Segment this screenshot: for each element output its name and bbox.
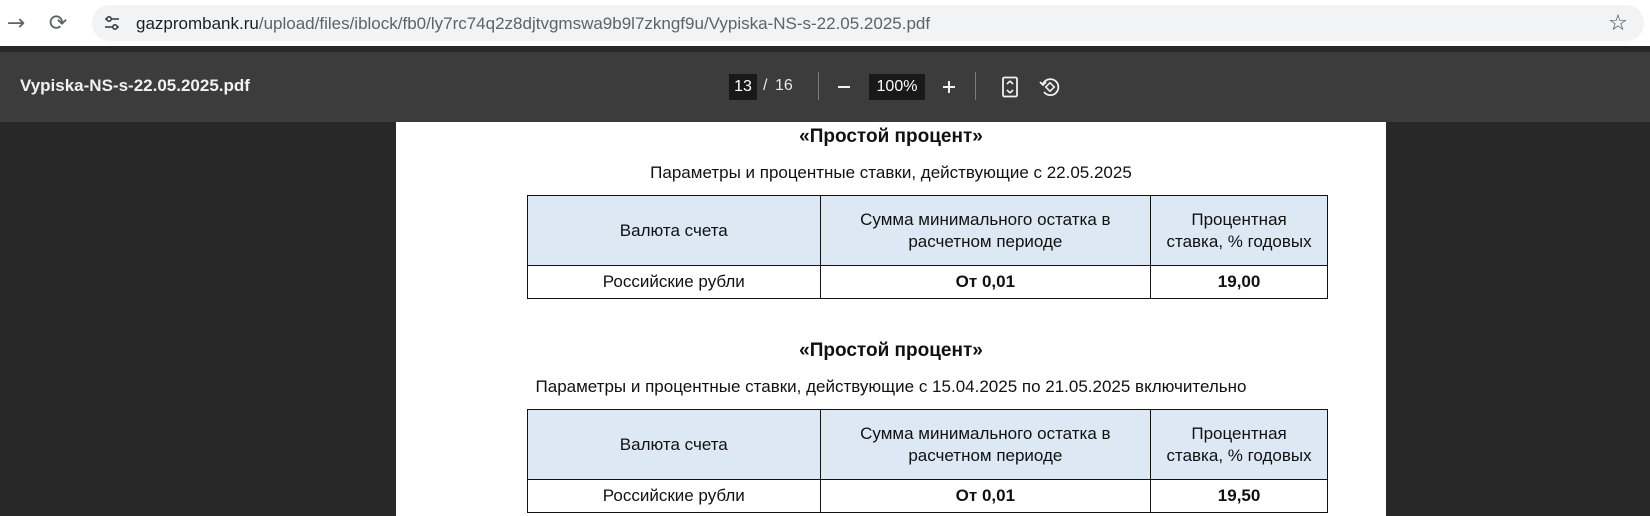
browser-address-bar: → ⟳ gazprombank.ru/upload/files/iblock/f… bbox=[0, 0, 1650, 46]
rates-table: Валюта счета Сумма минимального остатка … bbox=[527, 195, 1328, 299]
page-separator: / bbox=[763, 77, 768, 94]
cell-min-balance: От 0,01 bbox=[819, 479, 1152, 513]
section-subtitle: Параметры и процентные ставки, действующ… bbox=[535, 377, 1247, 396]
header-min-balance: Сумма минимального остатка в расчетном п… bbox=[819, 409, 1152, 480]
cell-currency: Российские рубли bbox=[527, 265, 821, 299]
header-min-balance: Сумма минимального остатка в расчетном п… bbox=[819, 195, 1152, 266]
pdf-toolbar: Vypiska-NS-s-22.05.2025.pdf 13 / 16 100% bbox=[0, 52, 1650, 122]
table-header-row: Валюта счета Сумма минимального остатка … bbox=[527, 195, 1328, 266]
zoom-out-icon[interactable] bbox=[829, 72, 859, 102]
cell-min-balance: От 0,01 bbox=[819, 265, 1152, 299]
header-currency: Валюта счета bbox=[527, 195, 821, 266]
header-currency: Валюта счета bbox=[527, 409, 821, 480]
site-info-icon[interactable] bbox=[98, 9, 126, 37]
cell-rate: 19,50 bbox=[1150, 479, 1328, 513]
reload-icon[interactable]: ⟳ bbox=[42, 7, 74, 39]
table-row: Российские рубли От 0,01 19,00 bbox=[527, 265, 1328, 299]
cell-currency: Российские рубли bbox=[527, 479, 821, 513]
page-total: 16 bbox=[775, 77, 793, 94]
forward-icon[interactable]: → bbox=[0, 7, 32, 39]
document-title: Vypiska-NS-s-22.05.2025.pdf bbox=[20, 76, 250, 95]
toolbar-divider bbox=[975, 72, 976, 100]
zoom-input[interactable]: 100% bbox=[869, 74, 925, 100]
fit-page-icon[interactable] bbox=[995, 72, 1025, 102]
rates-table: Валюта счета Сумма минимального остатка … bbox=[527, 409, 1328, 513]
table-row: Российские рубли От 0,01 19,50 bbox=[527, 479, 1328, 513]
omnibox[interactable]: gazprombank.ru/upload/files/iblock/fb0/l… bbox=[92, 5, 1644, 41]
table-header-row: Валюта счета Сумма минимального остатка … bbox=[527, 409, 1328, 480]
section-title: «Простой процент» bbox=[799, 340, 983, 361]
zoom-in-icon[interactable] bbox=[934, 72, 964, 102]
page-number-input[interactable]: 13 bbox=[729, 74, 757, 100]
header-rate: Процентная ставка, % годовых bbox=[1150, 195, 1328, 266]
toolbar-divider bbox=[818, 72, 819, 100]
url-text[interactable]: gazprombank.ru/upload/files/iblock/fb0/l… bbox=[136, 14, 930, 34]
pdf-viewer[interactable]: «Простой процент» Параметры и процентные… bbox=[0, 122, 1650, 516]
section-subtitle: Параметры и процентные ставки, действующ… bbox=[650, 163, 1132, 182]
url-path: /upload/files/iblock/fb0/ly7rc74q2z8djtv… bbox=[258, 14, 931, 33]
header-rate: Процентная ставка, % годовых bbox=[1150, 409, 1328, 480]
cell-rate: 19,00 bbox=[1150, 265, 1328, 299]
rotate-icon[interactable] bbox=[1035, 72, 1065, 102]
pdf-page: «Простой процент» Параметры и процентные… bbox=[396, 122, 1386, 516]
bookmark-star-icon[interactable]: ☆ bbox=[1604, 9, 1632, 37]
section-title: «Простой процент» bbox=[799, 126, 983, 147]
url-host: gazprombank.ru bbox=[136, 14, 259, 33]
